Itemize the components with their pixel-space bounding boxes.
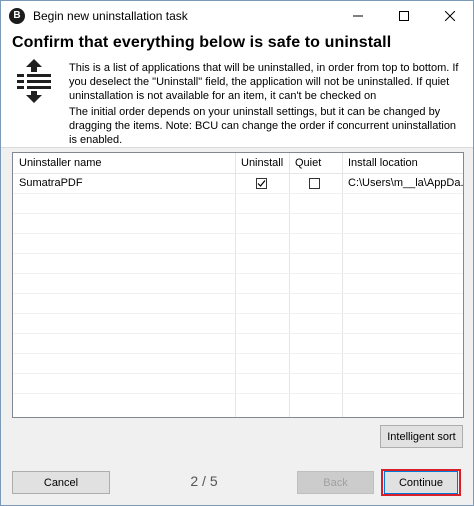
- row-line: [13, 313, 463, 314]
- continue-highlight-box: [381, 469, 461, 496]
- reorder-icon: [17, 59, 51, 103]
- maximize-button[interactable]: [381, 1, 427, 30]
- row-line: [13, 273, 463, 274]
- column-header-name[interactable]: Uninstaller name: [13, 153, 235, 173]
- window-title: Begin new uninstallation task: [33, 8, 188, 23]
- row-line: [13, 213, 463, 214]
- check-icon: [257, 180, 266, 187]
- maximize-icon: [399, 10, 409, 21]
- column-header-quiet[interactable]: Quiet: [289, 153, 342, 173]
- header-panel: Confirm that everything below is safe to…: [1, 30, 473, 147]
- row-line: [13, 353, 463, 354]
- quiet-checkbox[interactable]: [309, 178, 320, 189]
- page-heading: Confirm that everything below is safe to…: [12, 34, 392, 51]
- uninstall-checkbox[interactable]: [256, 178, 267, 189]
- row-line: [13, 233, 463, 234]
- row-line: [13, 333, 463, 334]
- intelligent-sort-button[interactable]: Intelligent sort: [380, 425, 463, 448]
- close-icon: [445, 10, 455, 21]
- uninstall-wizard-window: B Begin new uninstallation task Confirm …: [0, 0, 474, 506]
- row-line: [13, 373, 463, 374]
- back-button: Back: [297, 471, 374, 494]
- column-header-location[interactable]: Install location: [342, 153, 463, 173]
- row-location: C:\Users\m__la\AppDa...: [348, 177, 463, 189]
- close-button[interactable]: [427, 1, 473, 30]
- row-line: [13, 393, 463, 394]
- description-text: This is a list of applications that will…: [69, 62, 459, 102]
- row-line: [13, 293, 463, 294]
- app-icon: B: [9, 7, 25, 24]
- window-controls: [335, 1, 473, 30]
- order-note-text: The initial order depends on your uninst…: [69, 106, 457, 146]
- page-indicator: 2 / 5: [190, 473, 218, 489]
- list-header: Uninstaller name Uninstall Quiet Install…: [13, 153, 463, 174]
- minimize-icon: [353, 15, 363, 16]
- row-line: [13, 193, 463, 194]
- row-line: [13, 253, 463, 254]
- column-header-uninstall[interactable]: Uninstall: [235, 153, 289, 173]
- row-name: SumatraPDF: [19, 177, 83, 189]
- title-bar[interactable]: B Begin new uninstallation task: [1, 1, 473, 30]
- minimize-button[interactable]: [335, 1, 381, 30]
- header-divider: [1, 147, 473, 148]
- uninstall-list[interactable]: Uninstaller name Uninstall Quiet Install…: [12, 152, 464, 418]
- cancel-button[interactable]: Cancel: [12, 471, 110, 494]
